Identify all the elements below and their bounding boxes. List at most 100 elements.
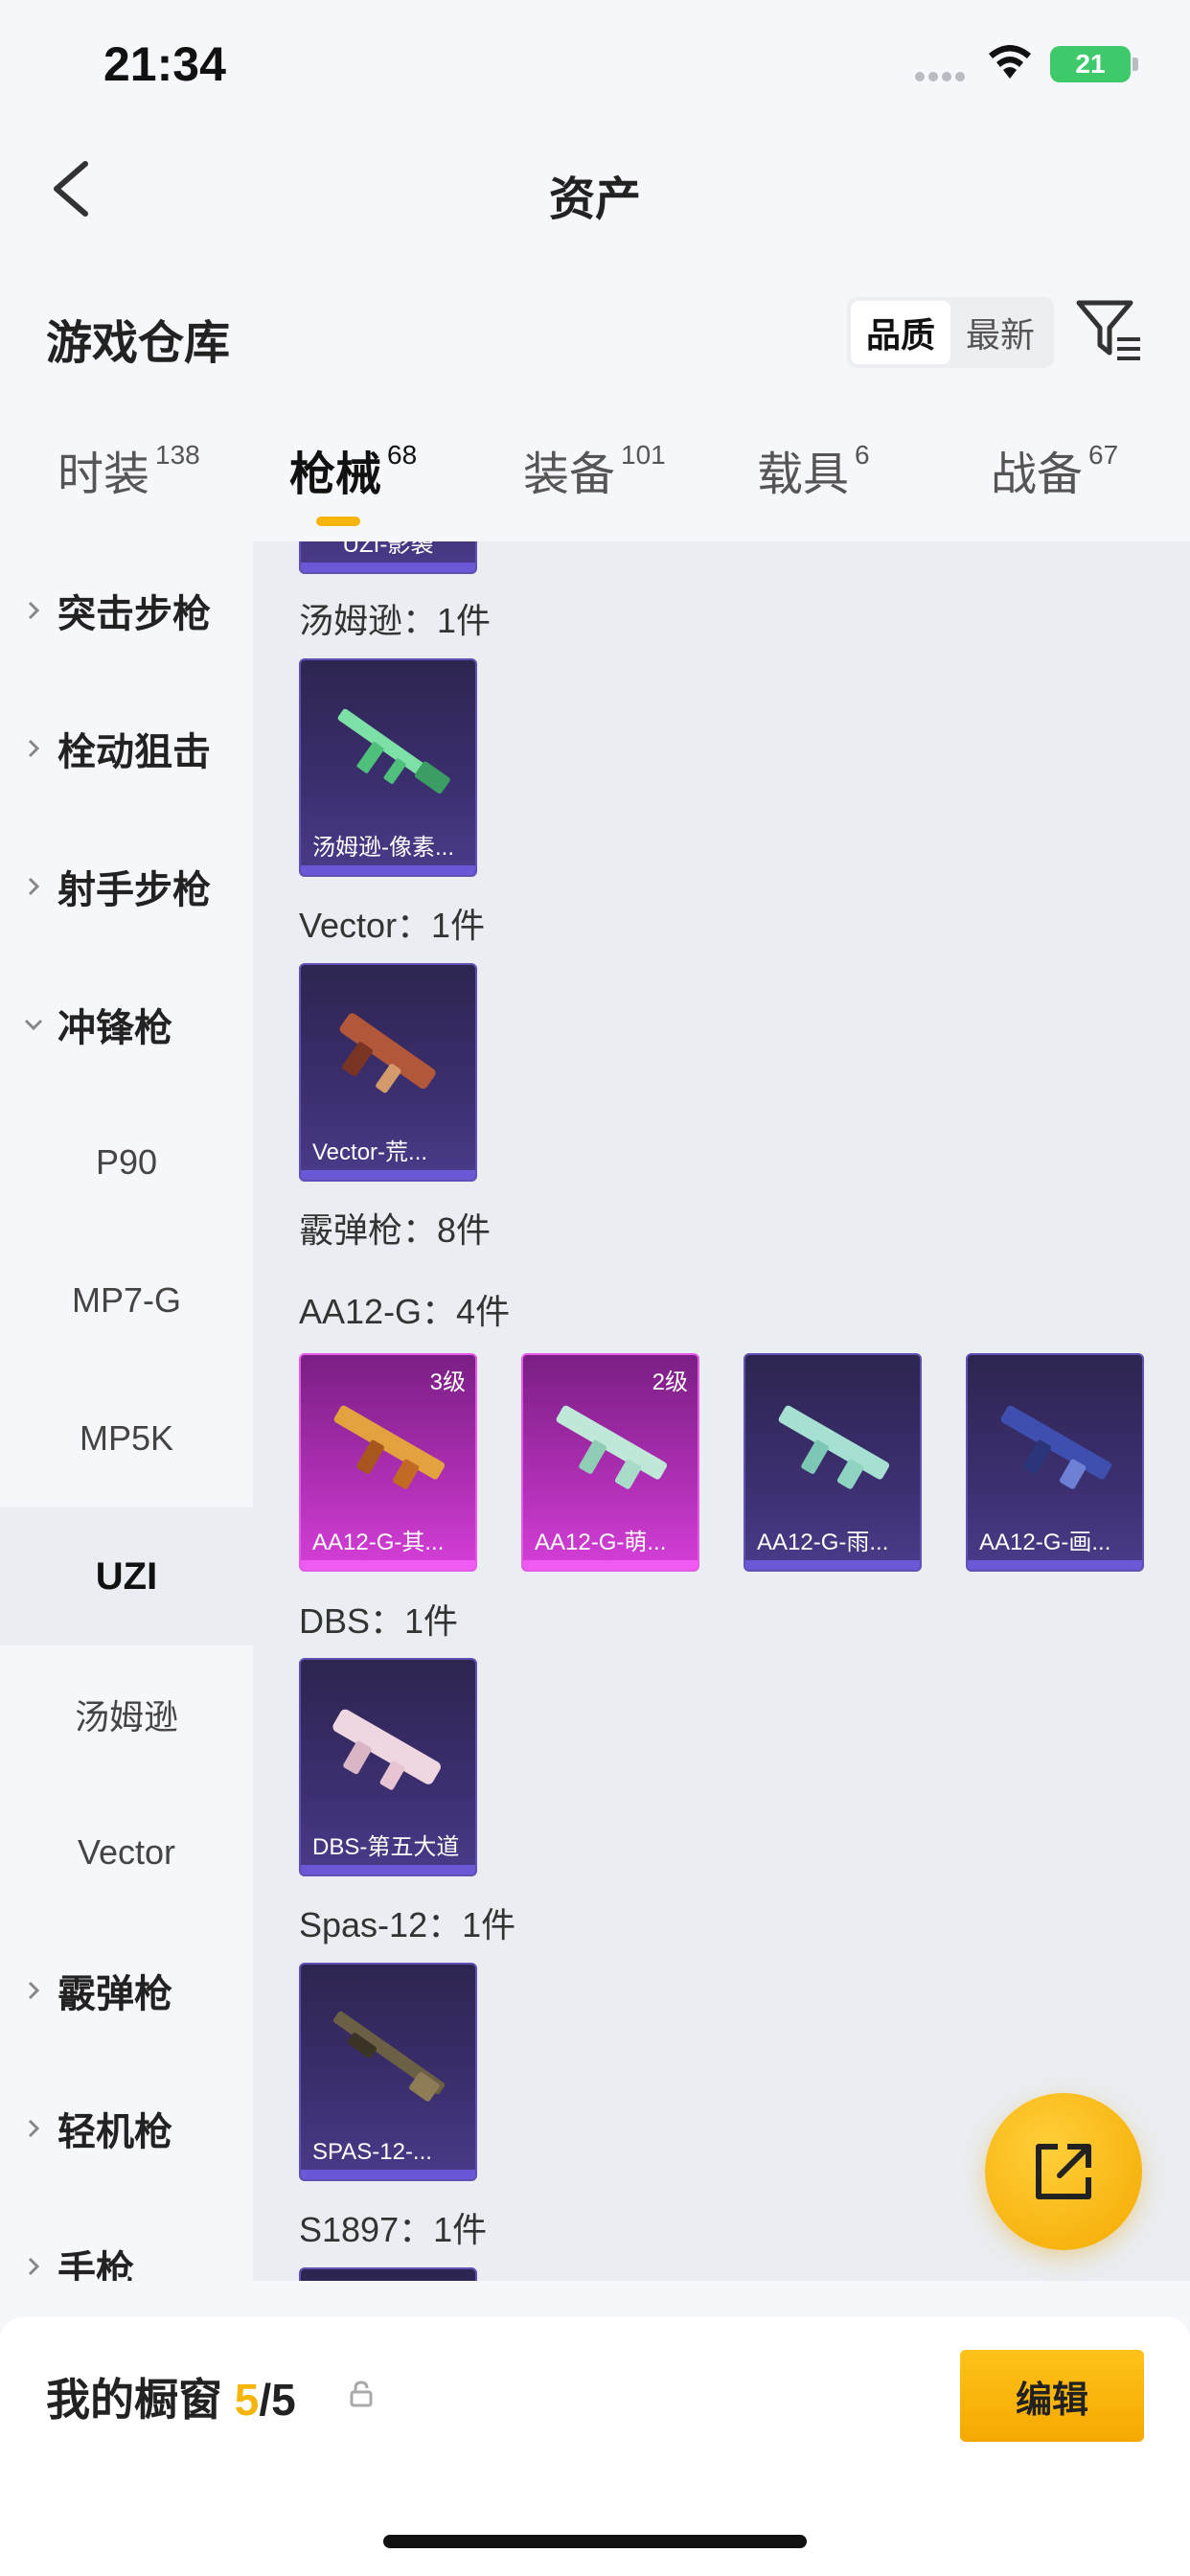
battery-cap [1133, 58, 1138, 71]
weapon-card-aa12-4[interactable]: AA12-G-画... [966, 1353, 1144, 1572]
tab-label: 装备 [523, 449, 616, 500]
group-label-thompson: 汤姆逊：1件 [299, 601, 492, 640]
chevron-right-icon [28, 601, 40, 620]
sidebar-item-label: 轻机枪 [57, 2111, 172, 2153]
sidebar-item-label: UZI [95, 1554, 158, 1598]
sort-newest-option[interactable]: 最新 [950, 301, 1050, 364]
showcase-label: 我的橱窗 [46, 2375, 222, 2425]
tab-guns[interactable]: 枪械 68 [289, 436, 417, 503]
sidebar-item-mp7g[interactable]: MP7-G [0, 1231, 253, 1369]
chevron-right-icon [28, 877, 40, 896]
chevron-down-icon [24, 1019, 43, 1031]
weapon-category-sidebar: 突击步枪 栓动狙击 射手步枪 冲锋枪 P90 MP7-G MP5K UZI 汤姆… [0, 541, 253, 2281]
group-label-dbs: DBS：1件 [299, 1601, 459, 1641]
share-button[interactable] [985, 2093, 1142, 2250]
rarity-bar [523, 1560, 698, 1570]
gun-image-icon [333, 1405, 445, 1489]
group-label-vector: Vector：1件 [299, 906, 486, 945]
tab-label: 时装 [57, 449, 150, 500]
sidebar-item-assault-rifle[interactable]: 突击步枪 [0, 541, 253, 679]
gun-image-icon [339, 1013, 436, 1093]
wifi-icon [989, 45, 1031, 79]
gun-image-icon [332, 1709, 441, 1790]
sidebar-item-label: 突击步枪 [57, 593, 211, 635]
group-label-spas: Spas-12：1件 [299, 1905, 516, 1944]
page-title: 资产 [548, 174, 641, 225]
rarity-bar [745, 1560, 920, 1570]
status-time: 21:34 [103, 37, 226, 91]
group-label-shotgun: 霰弹枪：8件 [299, 1210, 492, 1250]
sort-toggle: 品质 最新 [847, 297, 1054, 368]
nav-bar: 资产 [0, 134, 1190, 249]
chevron-right-icon [28, 2257, 40, 2276]
chevron-right-icon [28, 1981, 40, 2000]
active-tab-indicator [316, 517, 360, 526]
weapon-card-uzi[interactable]: UZI-影袭 [299, 541, 477, 574]
sidebar-item-label: 汤姆逊 [74, 1697, 178, 1736]
sidebar-item-marksman-rifle[interactable]: 射手步枪 [0, 817, 253, 955]
sidebar-item-mp5k[interactable]: MP5K [0, 1369, 253, 1507]
edit-button[interactable]: 编辑 [960, 2350, 1144, 2442]
sidebar-item-pistol[interactable]: 手枪 [0, 2197, 253, 2281]
weapon-card-name: SPAS-12-... [312, 2139, 432, 2165]
tab-count: 101 [621, 440, 666, 470]
sidebar-item-lmg[interactable]: 轻机枪 [0, 2059, 253, 2197]
share-icon [1036, 2144, 1091, 2199]
sidebar-item-smg[interactable]: 冲锋枪 [0, 955, 253, 1093]
sidebar-item-label: 射手步枪 [57, 869, 211, 911]
sidebar-item-p90[interactable]: P90 [0, 1093, 253, 1231]
home-indicator[interactable] [383, 2535, 807, 2548]
weapon-card-vector[interactable]: Vector-荒... [299, 963, 477, 1182]
showcase-title: 我的橱窗 5/5 [46, 2365, 296, 2428]
sidebar-item-label: 栓动狙击 [57, 731, 211, 773]
sidebar-item-shotgun[interactable]: 霰弹枪 [0, 1921, 253, 2059]
weapon-card-name: AA12-G-雨... [757, 1530, 889, 1555]
rarity-bar [968, 1560, 1142, 1570]
sidebar-item-label: MP7-G [71, 1280, 181, 1320]
weapon-card-aa12-1[interactable]: 3级 AA12-G-其... [299, 1353, 477, 1572]
weapon-card-name: AA12-G-萌... [535, 1530, 667, 1555]
tab-count: 67 [1088, 440, 1119, 470]
sidebar-item-bolt-sniper[interactable]: 栓动狙击 [0, 679, 253, 817]
sidebar-item-uzi[interactable]: UZI [0, 1507, 253, 1645]
weapon-list: UZI-影袭 汤姆逊：1件 汤姆逊-像素... Vector：1件 Vector… [253, 541, 1190, 2281]
chevron-right-icon [28, 739, 40, 758]
weapon-card-thompson[interactable]: 汤姆逊-像素... [299, 658, 477, 877]
rarity-bar [301, 1560, 475, 1570]
weapon-card-dbs[interactable]: DBS-第五大道 [299, 1658, 477, 1876]
sidebar-item-label: P90 [95, 1142, 158, 1182]
sidebar-item-label: 手枪 [57, 2249, 134, 2281]
tab-vehicles[interactable]: 载具 6 [757, 436, 870, 503]
sidebar-item-label: 霰弹枪 [57, 1973, 172, 2015]
weapon-card-name: Vector-荒... [312, 1139, 428, 1165]
tab-equipment[interactable]: 装备 101 [523, 436, 666, 503]
weapon-card-spas[interactable]: SPAS-12-... [299, 1963, 477, 2181]
tab-fashion[interactable]: 时装 138 [57, 436, 200, 503]
showcase-total: /5 [259, 2375, 296, 2425]
tab-label: 载具 [757, 449, 850, 500]
weapon-card-aa12-2[interactable]: 2级 AA12-G-萌... [521, 1353, 699, 1572]
weapon-card-name: UZI-影袭 [342, 541, 434, 558]
gun-image-icon [778, 1405, 889, 1489]
sidebar-item-thompson[interactable]: 汤姆逊 [0, 1645, 253, 1783]
warehouse-header: 游戏仓库 品质 最新 [0, 288, 1190, 383]
tab-battle-gear[interactable]: 战备 67 [991, 436, 1118, 503]
status-bar: 21:34 21 [0, 0, 1190, 134]
weapon-card-s1897[interactable] [299, 2267, 477, 2281]
tab-count: 138 [155, 440, 200, 470]
rarity-bar [301, 563, 475, 572]
weapon-card-aa12-3[interactable]: AA12-G-雨... [744, 1353, 922, 1572]
sidebar-item-label: MP5K [79, 1418, 174, 1458]
tab-count: 6 [855, 440, 870, 470]
signal-icon [915, 69, 969, 81]
sort-quality-option[interactable]: 品质 [851, 301, 950, 364]
filter-icon[interactable] [1075, 295, 1144, 364]
rarity-bar [301, 1865, 475, 1874]
category-tabs: 时装 138 枪械 68 装备 101 载具 6 战备 67 [0, 436, 1190, 541]
sidebar-item-vector[interactable]: Vector [0, 1783, 253, 1921]
weapon-card-name: AA12-G-画... [979, 1530, 1111, 1555]
group-label-s1897: S1897：1件 [299, 2210, 488, 2249]
gun-image-icon [337, 708, 450, 794]
weapon-card-name: AA12-G-其... [312, 1530, 445, 1555]
rarity-bar [301, 1170, 475, 1180]
